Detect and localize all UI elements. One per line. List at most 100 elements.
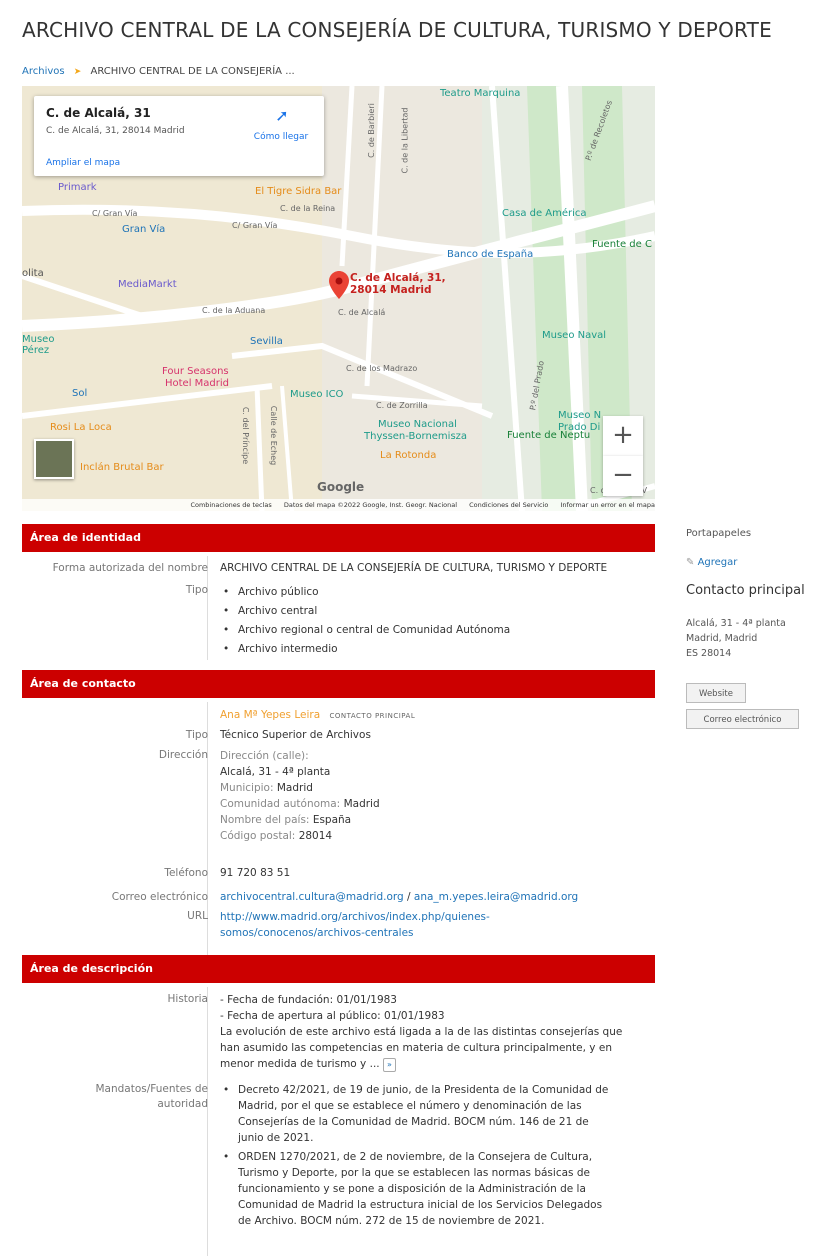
country-value: España <box>312 814 352 826</box>
map-keyboard-shortcuts-link[interactable]: Combinaciones de teclas <box>190 501 271 509</box>
map-place-inclan-brutal-bar[interactable]: Inclán Brutal Bar <box>80 462 164 473</box>
map-place-el-tigre[interactable]: El Tigre Sidra Bar <box>255 186 341 197</box>
map-street-aduana: C. de la Aduana <box>202 306 266 315</box>
primary-contact-title: Contacto principal <box>686 583 805 598</box>
sidebar-address-line: Alcalá, 31 - 4ª planta <box>686 618 786 629</box>
phone-label: Teléfono <box>164 867 208 879</box>
contact-type-label: Tipo <box>185 729 208 741</box>
map-street-zorrilla: C. de Zorrilla <box>376 401 428 410</box>
municipality-value: Madrid <box>276 782 313 794</box>
map-place-la-rotonda[interactable]: La Rotonda <box>380 450 436 461</box>
map-street-echegaray: Calle de Echeg <box>269 405 279 466</box>
zoom-in-button[interactable]: + <box>603 416 643 456</box>
authorized-name-label: Forma autorizada del nombre <box>52 562 208 574</box>
list-item: Archivo regional o central de Comunidad … <box>220 621 650 640</box>
map-footer: Combinaciones de teclas Datos del mapa ©… <box>22 499 655 511</box>
url-link-line1[interactable]: http://www.madrid.org/archivos/index.php… <box>220 909 650 925</box>
identity-type-list: Archivo público Archivo central Archivo … <box>220 583 650 659</box>
street-label: Dirección (calle): <box>220 750 309 762</box>
primary-contact-address: Alcalá, 31 - 4ª planta Madrid, Madrid ES… <box>686 616 786 661</box>
email-label: Correo electrónico <box>111 891 208 903</box>
map-place-sol[interactable]: Sol <box>72 388 87 399</box>
history-line: - Fecha de apertura al público: 01/01/19… <box>220 1010 445 1022</box>
map-place-sevilla[interactable]: Sevilla <box>250 336 283 347</box>
map-place-perez[interactable]: Pérez <box>22 345 49 356</box>
map-pin-label-line1: C. de Alcalá, 31, <box>350 272 446 284</box>
google-logo: Google <box>317 480 365 494</box>
list-item: Archivo central <box>220 602 650 621</box>
identity-type-label: Tipo <box>185 584 208 596</box>
embedded-map[interactable]: Teatro Marquina Primark El Tigre Sidra B… <box>22 86 655 511</box>
map-place-mediamarkt[interactable]: MediaMarkt <box>118 279 177 290</box>
mandate-line: Turismo y Deporte, por la que se estable… <box>238 1167 590 1179</box>
mandate-line: Comunidad de Madrid la estructura inicia… <box>238 1199 603 1211</box>
email-separator: / <box>403 891 414 903</box>
zoom-out-button[interactable]: − <box>603 456 643 496</box>
map-place-fuente-de-c[interactable]: Fuente de C <box>592 239 652 250</box>
breadcrumb-separator-icon: ➤ <box>73 67 82 77</box>
postal-code-label: Código postal: <box>220 830 296 842</box>
description-area-header[interactable]: Área de descripción <box>22 955 655 983</box>
map-place-four-seasons[interactable]: Four Seasons <box>162 366 229 377</box>
enlarge-map-link[interactable]: Ampliar el mapa <box>46 158 120 168</box>
satellite-view-toggle[interactable] <box>34 439 74 479</box>
map-street-reina: C. de la Reina <box>280 204 336 213</box>
map-place-rosi-la-loca[interactable]: Rosi La Loca <box>50 422 112 433</box>
map-place-museo-naval[interactable]: Museo Naval <box>542 330 606 341</box>
map-place-teatro-marquina[interactable]: Teatro Marquina <box>440 88 520 99</box>
map-pin-label-line2: 28014 Madrid <box>350 284 432 296</box>
mandate-line: funcionamiento y se pone a disposición d… <box>238 1183 586 1195</box>
contact-person-name[interactable]: Ana Mª Yepes Leira <box>220 709 320 721</box>
map-street-libertad: C. de la Libertad <box>400 107 410 174</box>
list-item: Archivo intermedio <box>220 640 650 659</box>
website-button[interactable]: Website <box>686 683 746 703</box>
map-place-gran-via-metro[interactable]: Gran Vía <box>122 224 165 235</box>
directions-icon[interactable]: ➚ <box>252 106 312 125</box>
country-label: Nombre del país: <box>220 814 310 826</box>
mandate-line: Decreto 42/2021, de 19 de junio, de la P… <box>238 1084 609 1096</box>
email-button[interactable]: Correo electrónico <box>686 709 799 729</box>
clipboard-add-link[interactable]: Agregar <box>698 557 738 568</box>
list-item: ORDEN 1270/2021, de 2 de noviembre, de l… <box>220 1149 650 1229</box>
map-place-casa-de-america[interactable]: Casa de América <box>502 208 587 219</box>
map-place-prado-di[interactable]: Prado Di <box>558 422 600 433</box>
read-more-button[interactable]: » <box>382 1058 396 1072</box>
map-data-attribution: Datos del mapa ©2022 Google, Inst. Geogr… <box>283 501 458 509</box>
map-street-gran-via-2: C/ Gran Vía <box>232 221 278 230</box>
mandates-label-line1: Mandatos/Fuentes de <box>95 1083 208 1095</box>
contact-area-header[interactable]: Área de contacto <box>22 670 655 698</box>
map-place-olita[interactable]: olita <box>22 268 44 279</box>
history-value: - Fecha de fundación: 01/01/1983 - Fecha… <box>220 992 650 1072</box>
description-divider <box>207 987 208 1256</box>
region-value: Madrid <box>343 798 380 810</box>
mandate-line: junio de 2021. <box>238 1132 314 1144</box>
url-link-line2[interactable]: somos/conocenos/archivos-centrales <box>220 925 650 941</box>
mandate-line: de Archivo. BOCM núm. 272 de 15 de novie… <box>238 1215 545 1227</box>
url-label: URL <box>187 910 208 922</box>
postal-code-value: 28014 <box>298 830 333 842</box>
region-label: Comunidad autónoma: <box>220 798 341 810</box>
breadcrumb-archivos-link[interactable]: Archivos <box>22 66 65 77</box>
map-report-error-link[interactable]: Informar un error en el mapa <box>560 501 655 509</box>
history-line: han asumido las competencias en materia … <box>220 1042 612 1054</box>
map-place-thyssen[interactable]: Thyssen-Bornemisza <box>364 431 467 442</box>
map-location-pin-icon[interactable] <box>329 271 349 299</box>
mandates-list: Decreto 42/2021, de 19 de junio, de la P… <box>220 1082 650 1229</box>
mandate-line: ORDEN 1270/2021, de 2 de noviembre, de l… <box>238 1151 593 1163</box>
map-terms-link[interactable]: Condiciones del Servicio <box>469 501 548 509</box>
map-place-museo-n[interactable]: Museo N <box>558 410 601 421</box>
email-link-contact[interactable]: ana_m.yepes.leira@madrid.org <box>414 891 578 903</box>
map-place-museo-ico[interactable]: Museo ICO <box>290 389 343 400</box>
directions-link[interactable]: Cómo llegar <box>249 132 313 142</box>
map-place-hotel-madrid[interactable]: Hotel Madrid <box>165 378 229 389</box>
list-item: Archivo público <box>220 583 650 602</box>
map-place-primark[interactable]: Primark <box>58 182 97 193</box>
identity-area-header[interactable]: Área de identidad <box>22 524 655 552</box>
map-street-alcala: C. de Alcalá <box>338 308 386 317</box>
map-place-banco-de-espana[interactable]: Banco de España <box>447 249 533 260</box>
map-place-museo-nacional[interactable]: Museo Nacional <box>378 419 457 430</box>
mandate-line: Consejerías de la Comunidad de Madrid. B… <box>238 1116 589 1128</box>
clipboard-title: Portapapeles <box>686 528 752 539</box>
map-place-museo[interactable]: Museo <box>22 334 54 345</box>
email-link-archive[interactable]: archivocentral.cultura@madrid.org <box>220 891 404 903</box>
